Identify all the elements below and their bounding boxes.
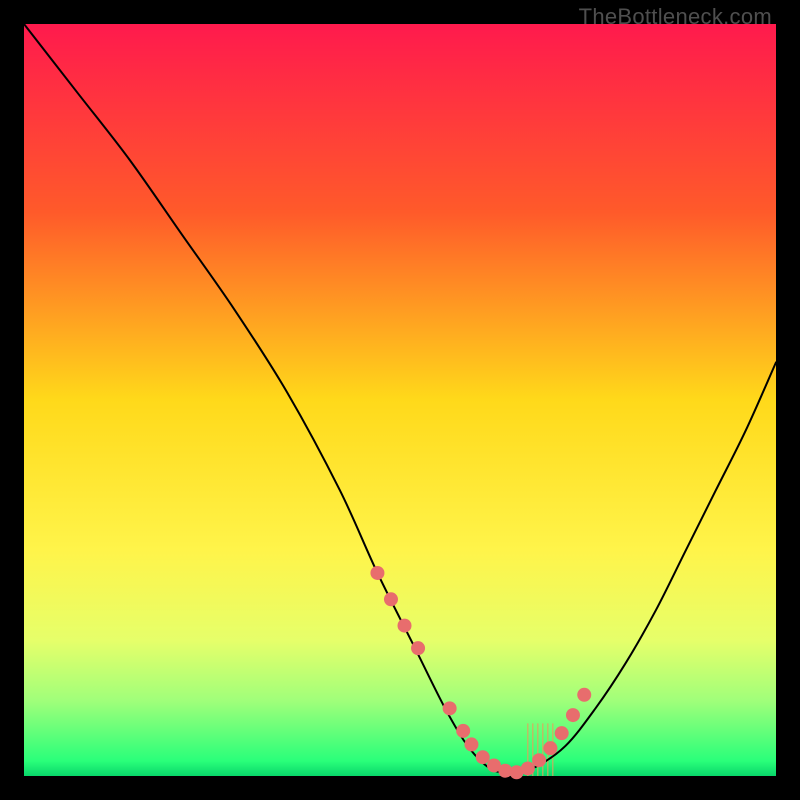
marker-dot [532, 753, 546, 767]
marker-dot [443, 701, 457, 715]
marker-dot [521, 761, 535, 775]
marker-dot [456, 724, 470, 738]
marker-dot [398, 619, 412, 633]
chart-container: TheBottleneck.com [0, 0, 800, 800]
highlight-dots [370, 566, 591, 779]
marker-dot [464, 737, 478, 751]
bottleneck-curve [24, 24, 776, 773]
marker-dot [555, 726, 569, 740]
marker-dot [577, 688, 591, 702]
marker-dot [384, 592, 398, 606]
marker-dot [476, 750, 490, 764]
marker-dot [370, 566, 384, 580]
chart-svg [24, 24, 776, 776]
marker-dot [543, 741, 557, 755]
marker-dot [411, 641, 425, 655]
marker-dot [566, 708, 580, 722]
